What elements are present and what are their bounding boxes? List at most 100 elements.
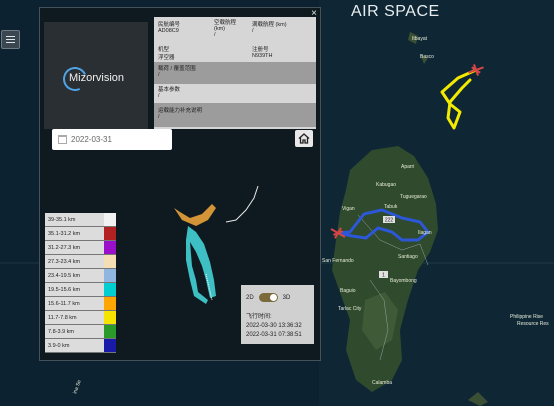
road-shield-222: 222 <box>385 218 394 224</box>
cap-label: 空载航程 <box>214 20 237 26</box>
home-icon <box>298 133 310 144</box>
legend-label: 11.7-7.8 km <box>45 311 104 324</box>
legend-swatch <box>104 325 116 338</box>
range-label: 载荷 / 覆盖范围 <box>158 66 196 72</box>
basic-label: 基本参数 <box>158 87 181 93</box>
track-tail-white <box>225 185 259 223</box>
place-santiago: Santiago <box>398 254 418 260</box>
legend-row: 7.8-3.9 km <box>45 325 116 339</box>
place-tarlac: Tarlac City <box>338 306 362 312</box>
capability-label: 运载能力补充说明 <box>158 108 203 114</box>
legend-row: 15.6-11.7 km <box>45 297 116 311</box>
reg-value: N939TH <box>252 53 273 59</box>
home-button[interactable] <box>295 130 313 147</box>
cap-cell: 空载航程 (km) / <box>214 18 236 38</box>
legend-label: 23.4-19.5 km <box>45 269 104 282</box>
place-calamba: Calamba <box>372 380 392 386</box>
place-san-fernando: San Fernando <box>322 258 354 264</box>
range-value: / <box>158 72 160 78</box>
date-value: 2022-03-31 <box>71 135 112 144</box>
place-tabuk: Tabuk <box>384 204 398 210</box>
aircraft-info-panel: × Mizorvision 民航编号 AD08C9 空载航程 (km) / 满载… <box>39 7 321 361</box>
legend-label: 3.9-0 km <box>45 339 104 352</box>
company-logo: Mizorvision <box>44 22 148 129</box>
legend-label: 35.1-31.2 km <box>45 227 104 240</box>
hamburger-icon <box>6 39 15 40</box>
cap-value: / <box>214 32 216 38</box>
menu-button[interactable] <box>1 30 20 49</box>
road-shield-1: 1 <box>382 273 385 279</box>
legend-swatch <box>104 297 116 310</box>
brand-title: AIR SPACE <box>351 3 440 20</box>
place-aparri: Aparri <box>401 164 414 170</box>
basic-value: / <box>158 93 160 99</box>
place-tuguegarao: Tuguegarao <box>400 194 427 200</box>
view-mode-box: 2D 3D 飞行时间: 2022-03-30 13:36:32 2022-03-… <box>241 285 314 344</box>
legend-row: 31.2-27.3 km <box>45 241 116 255</box>
capability-value: / <box>158 114 160 120</box>
place-vigan: Vigan <box>342 206 355 212</box>
date-picker-input[interactable]: 2022-03-31 <box>52 129 172 150</box>
legend-swatch <box>104 269 116 282</box>
legend-label: 39-35.1 km <box>45 213 104 226</box>
flight-time-label: 飞行时间: <box>246 314 272 320</box>
view-mode-toggle-row: 2D 3D <box>246 293 290 302</box>
legend-swatch <box>104 255 116 268</box>
legend-swatch <box>104 339 116 352</box>
place-ilagan: Ilagan <box>418 230 432 236</box>
flight-time-start: 2022-03-30 13:36:32 <box>246 323 302 329</box>
flight-time-end: 2022-03-31 07:38:51 <box>246 332 302 338</box>
aircraft-info-table: 民航编号 AD08C9 空载航程 (km) / 满载航程 (km) / 机型 浮… <box>154 17 316 129</box>
legend-row: 39-35.1 km <box>45 213 116 227</box>
full-unit: (km) <box>275 22 287 28</box>
place-baguio: Baguio <box>340 288 356 294</box>
place-basco: Basco <box>420 54 434 60</box>
legend-label: 7.8-3.9 km <box>45 325 104 338</box>
calendar-icon <box>58 135 67 144</box>
place-resource-res: Resource Res <box>517 321 549 327</box>
place-bayombong: Bayombong <box>390 278 417 284</box>
legend-swatch <box>104 241 116 254</box>
mode-2d-label: 2D <box>246 294 254 301</box>
civil-id-cell: 民航编号 AD08C9 <box>158 20 180 34</box>
legend-row: 3.9-0 km <box>45 339 116 353</box>
track-white-hatch <box>205 273 213 301</box>
legend-row: 19.5-15.6 km <box>45 283 116 297</box>
place-kabugao: Kabugao <box>376 182 396 188</box>
legend-swatch <box>104 227 116 240</box>
altitude-legend: 39-35.1 km 35.1-31.2 km 31.2-27.3 km 27.… <box>45 213 116 353</box>
mode-3d-label: 3D <box>282 294 291 301</box>
reg-cell: 注册号 N939TH <box>252 45 272 59</box>
legend-swatch <box>104 311 116 324</box>
model-label: 机型 <box>158 47 170 53</box>
legend-swatch <box>104 283 116 296</box>
full-cell: 满载航程 (km) / <box>252 20 287 34</box>
full-value: / <box>252 28 254 34</box>
legend-label: 15.6-11.7 km <box>45 297 104 310</box>
legend-row: 23.4-19.5 km <box>45 269 116 283</box>
place-itbayat: Itbayat <box>412 36 428 42</box>
flight-time-block: 飞行时间: 2022-03-30 13:36:32 2022-03-31 07:… <box>246 313 302 340</box>
legend-swatch <box>104 213 116 226</box>
model-cell: 机型 浮空器 <box>158 45 175 61</box>
track-orange-segment <box>174 204 216 226</box>
capability-cell: 运载能力补充说明 / <box>158 106 202 120</box>
legend-label: 31.2-27.3 km <box>45 241 104 254</box>
track-cyan-segment <box>186 226 216 304</box>
legend-row: 35.1-31.2 km <box>45 227 116 241</box>
legend-label: 19.5-15.6 km <box>45 283 104 296</box>
civil-id-label: 民航编号 <box>158 22 181 28</box>
legend-row: 27.3-23.4 km <box>45 255 116 269</box>
model-value: 浮空器 <box>158 55 175 61</box>
toggle-knob <box>269 294 277 301</box>
basic-cell: 基本参数 / <box>158 85 180 99</box>
civil-id-value: AD08C9 <box>158 28 179 34</box>
logo-text: Mizorvision <box>69 72 125 84</box>
place-philippine-rise: Philippine Rise <box>510 314 543 320</box>
legend-label: 27.3-23.4 km <box>45 255 104 268</box>
reg-label: 注册号 <box>252 47 269 53</box>
legend-row: 11.7-7.8 km <box>45 311 116 325</box>
view-mode-toggle[interactable] <box>258 293 278 302</box>
full-label: 满载航程 <box>252 22 275 28</box>
range-cell: 载荷 / 覆盖范围 / <box>158 64 196 78</box>
